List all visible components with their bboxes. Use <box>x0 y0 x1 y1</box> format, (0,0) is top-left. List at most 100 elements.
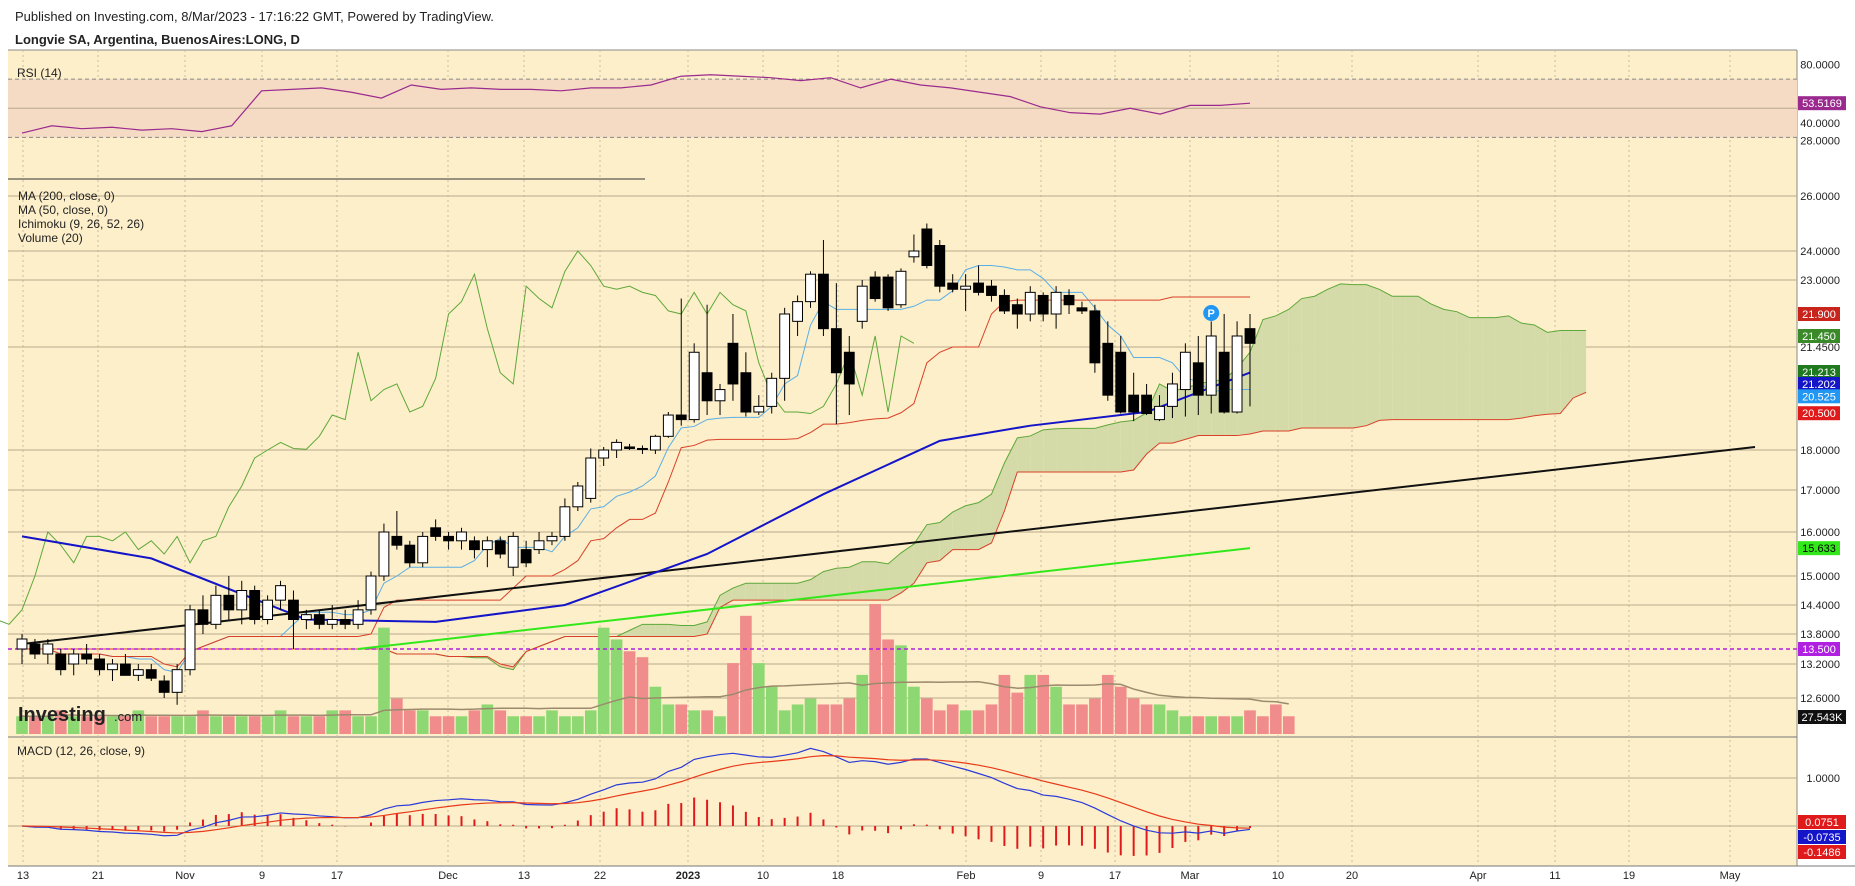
price-tick-label: 17.0000 <box>1800 485 1840 497</box>
volume-bar <box>533 716 545 734</box>
ichimoku-cloud-segment <box>668 624 682 637</box>
candle-body <box>662 414 674 437</box>
ichimoku-cloud-segment <box>965 502 979 550</box>
volume-bar <box>765 686 778 734</box>
chart-svg[interactable]: 13 21 Nov 9 17 Dec 13 22 2023 10 18 Feb 9 17 Mar 10 20 Ap… <box>0 0 1855 886</box>
candle-body <box>1011 304 1023 315</box>
rsi-value-text: 53.5169 <box>1802 98 1842 110</box>
volume-bar <box>1050 686 1062 734</box>
candle-body <box>262 599 274 621</box>
event-marker-label: P <box>1208 308 1215 320</box>
ichimoku-cloud-segment <box>745 583 759 601</box>
volume-bar <box>197 710 209 734</box>
ichimoku-cloud-segment <box>1056 428 1070 472</box>
candle-body <box>158 680 170 693</box>
volume-bar <box>610 639 623 734</box>
ichimoku-cloud-segment <box>1262 315 1276 431</box>
candle-body <box>960 285 972 290</box>
ichimoku-cloud-segment <box>1081 428 1095 472</box>
ichimoku-cloud-segment <box>1392 296 1406 420</box>
price-tick-label: 13.2000 <box>1800 659 1840 671</box>
candle-body <box>1037 294 1049 315</box>
candle-body <box>1050 291 1062 315</box>
volume-bar <box>1011 692 1024 734</box>
candle-body <box>714 389 726 402</box>
candle-body <box>727 342 739 385</box>
volume-bar <box>959 710 972 734</box>
volume-bar <box>210 716 222 734</box>
volume-bar <box>843 698 856 734</box>
price-tick-label: 21.4500 <box>1800 342 1840 354</box>
x-tick-label: 11 <box>1549 870 1560 882</box>
rsi-label: RSI (14) <box>17 66 62 80</box>
ichimoku-cloud-segment <box>1379 289 1393 421</box>
volume-bar <box>623 651 636 734</box>
volume-bar <box>701 710 713 734</box>
volume-bar <box>261 716 274 734</box>
x-tick-label: 22 <box>594 870 606 882</box>
volume-bar <box>339 710 351 734</box>
candle-body <box>856 285 868 322</box>
candle-body <box>947 282 959 290</box>
macd-value-text: -0.1486 <box>1803 847 1840 859</box>
candle-body <box>843 351 855 385</box>
volume-bar <box>378 627 390 734</box>
price-tick-label: 13.8000 <box>1800 629 1840 641</box>
candle-body <box>456 531 467 542</box>
candle-body <box>572 485 584 508</box>
ichimoku-cloud-segment <box>1353 284 1367 428</box>
candle-body <box>740 372 752 413</box>
ichimoku-cloud-segment <box>1327 283 1341 428</box>
ichimoku-cloud-segment <box>1017 435 1031 472</box>
x-tick-label: 10 <box>757 870 769 882</box>
volume-bar <box>1024 674 1037 734</box>
x-tick-label: 9 <box>1038 870 1044 882</box>
volume-bar <box>559 716 571 734</box>
candle-body <box>818 273 829 330</box>
candle-body <box>1024 291 1036 315</box>
price-tick-label: 15.0000 <box>1800 571 1840 583</box>
volume-bar <box>184 716 196 734</box>
volume-bar <box>403 710 416 734</box>
price-tag-text: 21.900 <box>1802 309 1836 321</box>
ichimoku-cloud-segment <box>655 624 669 637</box>
volume-bar <box>740 615 752 734</box>
x-tick-label: 18 <box>832 870 844 882</box>
ichimoku-cloud-segment <box>758 583 772 601</box>
volume-bar <box>688 710 700 734</box>
candle-body <box>378 531 390 577</box>
rsi-tick-label: 28.0000 <box>1800 135 1840 147</box>
indicator-label: Volume (20) <box>18 231 83 245</box>
price-tag-text: 20.525 <box>1802 391 1836 403</box>
candle-body <box>895 270 907 306</box>
volume-bar <box>1076 704 1088 734</box>
volume-bar <box>416 710 429 734</box>
candle-body <box>1128 394 1140 413</box>
candle-body <box>275 585 286 601</box>
volume-bar <box>520 716 532 734</box>
volume-bar <box>158 716 171 734</box>
volume-bar <box>649 686 662 734</box>
candle-body <box>494 540 506 555</box>
candle-body <box>1231 335 1243 413</box>
candle-body <box>1218 351 1230 413</box>
candle-body <box>68 653 80 665</box>
ichimoku-cloud-segment <box>1573 330 1587 398</box>
x-tick-label: Nov <box>175 870 195 882</box>
volume-bar <box>972 710 985 734</box>
volume-bar <box>597 627 610 734</box>
candle-body <box>1089 310 1101 364</box>
volume-bar <box>791 704 804 734</box>
candle-body <box>1179 351 1191 391</box>
candle-body <box>921 228 933 266</box>
price-tag-text: 21.450 <box>1802 331 1836 343</box>
volume-bar <box>1166 710 1179 734</box>
volume-bar <box>908 686 920 734</box>
volume-bar <box>817 704 830 734</box>
candle-body <box>1102 342 1114 396</box>
volume-bar <box>1063 704 1075 734</box>
candle-body <box>507 535 519 568</box>
x-tick-label: 17 <box>331 870 343 882</box>
volume-bar <box>778 710 791 734</box>
volume-bar <box>326 710 339 734</box>
